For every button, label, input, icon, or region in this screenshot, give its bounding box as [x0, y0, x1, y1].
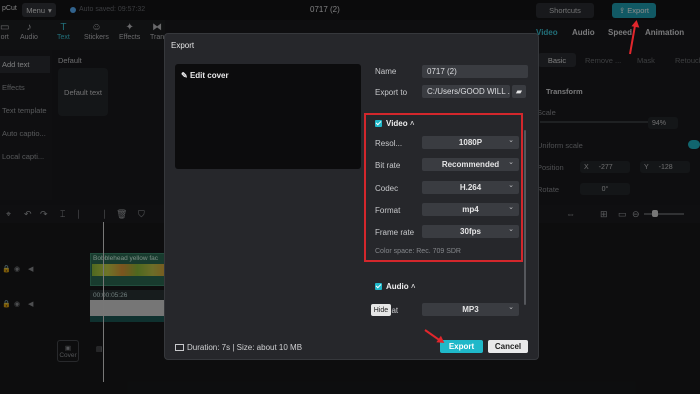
format-select[interactable]: mp4 ⌄: [422, 203, 519, 216]
name-label: Name: [375, 67, 397, 76]
bitrate-select[interactable]: Recommended ⌄: [422, 158, 519, 171]
audio-checkbox[interactable]: [375, 283, 382, 290]
duration-info: Duration: 7s | Size: about 10 MB: [175, 343, 302, 352]
export-dialog: Export ✎ Edit cover Name 0717 (2) Export…: [164, 33, 539, 360]
edit-cover-label: Edit cover: [189, 71, 229, 80]
dialog-title: Export: [171, 41, 195, 50]
format-label: Format: [375, 206, 401, 215]
duration-text: Duration: 7s | Size: about 10 MB: [187, 343, 303, 352]
resolution-label: Resol...: [375, 139, 403, 148]
chevron-up-icon: ˄: [409, 119, 415, 128]
pencil-icon: ✎: [181, 71, 188, 80]
color-space-info: Color space: Rec. 709 SDR: [375, 248, 461, 255]
cancel-button[interactable]: Cancel: [488, 340, 528, 353]
chevron-down-icon: ⌄: [508, 304, 514, 311]
chevron-down-icon: ⌄: [508, 137, 514, 144]
export-button[interactable]: Export: [440, 340, 483, 353]
folder-icon[interactable]: ▰: [512, 85, 526, 98]
name-input[interactable]: 0717 (2): [422, 65, 528, 78]
audio-format-select[interactable]: MP3 ⌄: [422, 303, 519, 316]
framerate-label: Frame rate: [375, 228, 415, 237]
film-icon: [175, 344, 184, 351]
export-path-input[interactable]: C:/Users/GOOD WILL ...: [422, 85, 510, 98]
export-to-label: Export to: [375, 88, 408, 97]
codec-label: Codec: [375, 184, 399, 193]
dialog-scrollbar[interactable]: [524, 130, 526, 305]
chevron-down-icon: ⌄: [508, 182, 514, 189]
chevron-down-icon: ⌄: [508, 159, 514, 166]
audio-section-title[interactable]: Audio ˄: [386, 282, 416, 291]
edit-cover-button[interactable]: ✎ Edit cover: [181, 71, 229, 80]
chevron-down-icon: ⌄: [508, 204, 514, 211]
framerate-select[interactable]: 30fps ⌄: [422, 225, 519, 238]
resolution-select[interactable]: 1080P ⌄: [422, 136, 519, 149]
hide-tooltip: Hide: [371, 304, 391, 316]
chevron-up-icon: ˄: [410, 282, 416, 291]
video-section-title[interactable]: Video ˄: [386, 119, 415, 128]
codec-select[interactable]: H.264 ⌄: [422, 181, 519, 194]
bitrate-label: Bit rate: [375, 161, 401, 170]
chevron-down-icon: ⌄: [508, 226, 514, 233]
video-checkbox[interactable]: [375, 120, 382, 127]
annotation-arrowhead-top: [631, 19, 641, 28]
